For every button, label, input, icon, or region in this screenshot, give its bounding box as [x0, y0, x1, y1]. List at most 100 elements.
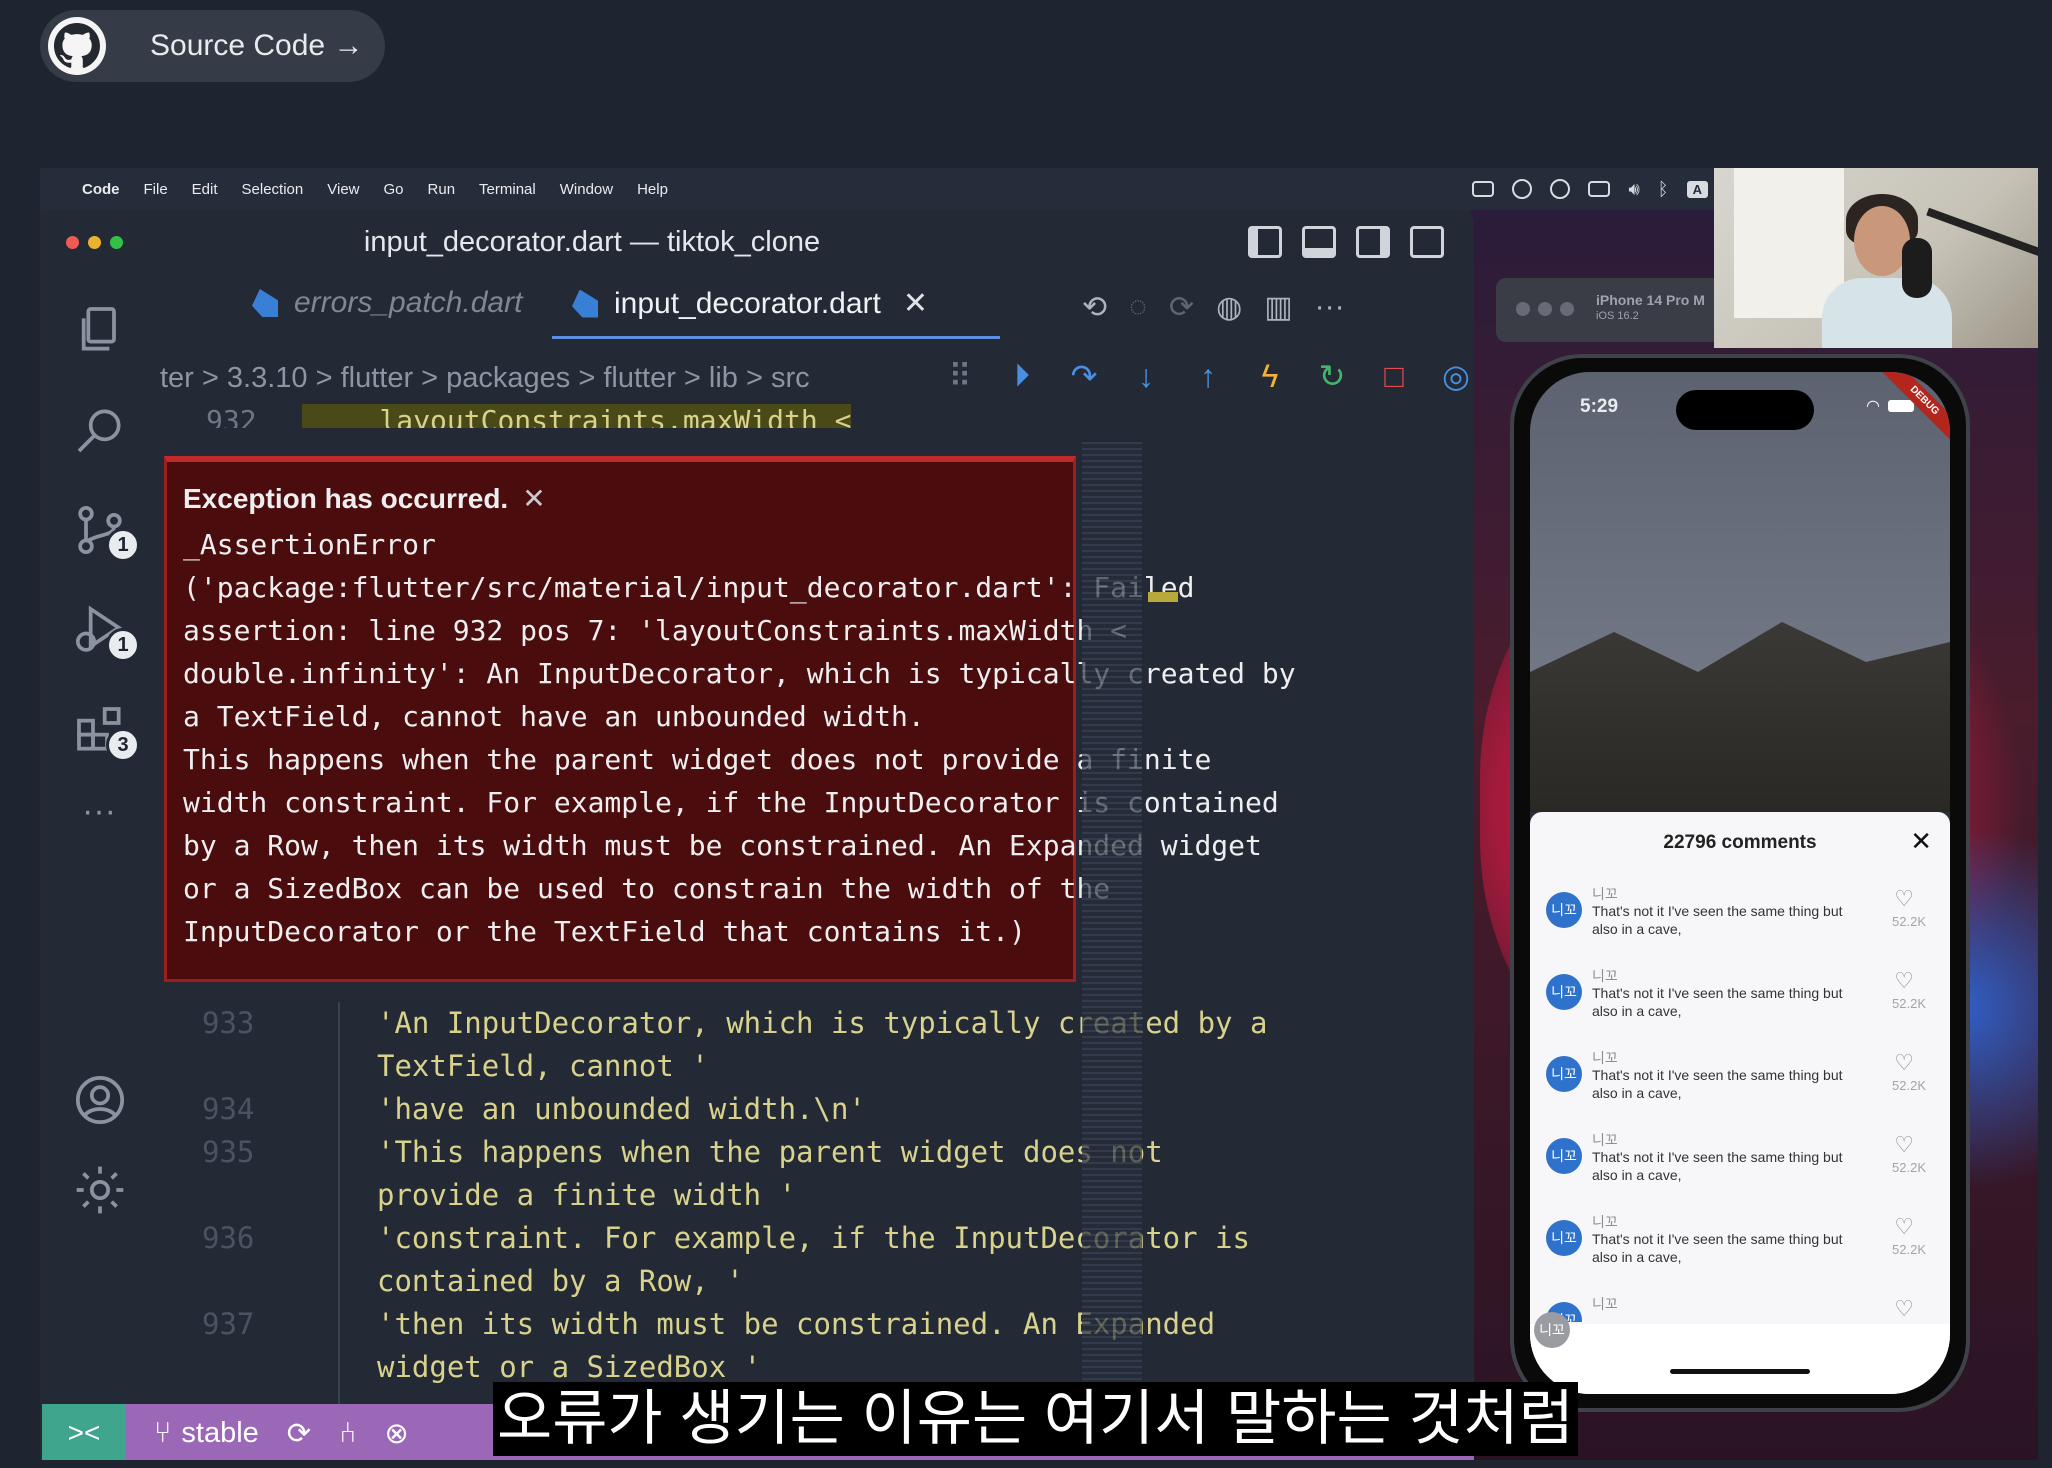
- comment-item: 니꼬 니꼬 That's not it I've seen the same t…: [1546, 964, 1934, 1034]
- menu-edit[interactable]: Edit: [192, 181, 218, 198]
- input-source-icon[interactable]: A: [1686, 180, 1708, 198]
- stop-icon[interactable]: □: [1376, 358, 1412, 394]
- menu-terminal[interactable]: Terminal: [479, 181, 536, 198]
- drag-handle-icon[interactable]: ⠿: [942, 358, 978, 394]
- avatar[interactable]: 니꼬: [1546, 1056, 1582, 1092]
- dart-file-icon: [572, 289, 598, 318]
- tab-errors-patch[interactable]: errors_patch.dart: [252, 286, 522, 320]
- timeline-icon[interactable]: ◌: [1129, 290, 1147, 325]
- breadcrumb[interactable]: ter > 3.3.10 > flutter > packages > flut…: [160, 362, 810, 395]
- comment-username: 니꼬: [1592, 968, 1618, 984]
- minimize-simulator-button[interactable]: [1538, 302, 1552, 316]
- tab-label: errors_patch.dart: [294, 286, 523, 319]
- problems-icon[interactable]: ⊗: [385, 1416, 409, 1451]
- git-graph-icon[interactable]: ⑃: [339, 1417, 356, 1450]
- screen-record-icon[interactable]: [1472, 181, 1495, 197]
- avatar[interactable]: 니꼬: [1546, 892, 1582, 928]
- more-actions-icon[interactable]: ···: [1315, 290, 1345, 325]
- vscode-window: input_decorator.dart — tiktok_clone 1 1 …: [42, 212, 1474, 1460]
- flutter-outline-icon[interactable]: ◍: [1216, 290, 1242, 325]
- indent-guide: [338, 1002, 340, 1432]
- close-simulator-button[interactable]: [1516, 302, 1530, 316]
- comment-item: 니꼬 니꼬 That's not it I've seen the same t…: [1546, 1128, 1934, 1198]
- os-label: iOS 16.2: [1596, 310, 1639, 322]
- like-heart-icon[interactable]: ♡: [1894, 886, 1914, 912]
- menu-view[interactable]: View: [327, 181, 359, 198]
- menu-help[interactable]: Help: [637, 181, 668, 198]
- exception-header: Exception has occurred. ✕: [183, 482, 1057, 515]
- menu-app[interactable]: Code: [82, 181, 120, 198]
- hot-reload-icon[interactable]: ϟ: [1252, 358, 1288, 394]
- line-number: 936: [202, 1221, 255, 1255]
- close-sheet-icon[interactable]: ✕: [1910, 826, 1932, 857]
- comment-username: 니꼬: [1592, 886, 1618, 902]
- phone-screen[interactable]: 5:29 ◠ DEBUG 22796 comments ✕ 니꼬 니꼬 That…: [1530, 372, 1950, 1394]
- home-indicator: [1670, 1369, 1810, 1374]
- microphone: [1902, 238, 1932, 298]
- comment-item: 니꼬 니꼬 That's not it I've seen the same t…: [1546, 1046, 1934, 1116]
- vpn-icon[interactable]: [1550, 179, 1571, 199]
- continue-icon[interactable]: ⏵: [1004, 357, 1040, 394]
- search-icon[interactable]: [72, 402, 126, 456]
- tab-input-decorator[interactable]: input_decorator.dart ✕: [572, 286, 928, 321]
- bluetooth-icon[interactable]: ᛒ: [1658, 179, 1669, 200]
- scrollbar-marker[interactable]: [1148, 592, 1178, 602]
- layout-controls: [1248, 226, 1444, 258]
- sync-icon[interactable]: ⟳: [287, 1416, 311, 1451]
- step-out-icon[interactable]: ↑: [1190, 358, 1226, 394]
- comment-input-area[interactable]: [1530, 1324, 1950, 1394]
- mic-arm: [1926, 207, 2038, 257]
- step-into-icon[interactable]: ↓: [1128, 358, 1164, 394]
- menu-selection[interactable]: Selection: [242, 181, 304, 198]
- toggle-secondary-sidebar-icon[interactable]: [1356, 226, 1390, 258]
- device-label: iPhone 14 Pro M: [1596, 292, 1705, 308]
- floating-avatar[interactable]: 니꼬: [1534, 1312, 1570, 1348]
- line-number: [202, 1174, 252, 1217]
- customize-layout-icon[interactable]: [1410, 226, 1444, 258]
- presenter-body: [1822, 278, 1952, 348]
- zoom-simulator-button[interactable]: [1560, 302, 1574, 316]
- toggle-sidebar-icon[interactable]: [1248, 226, 1282, 258]
- close-exception-icon[interactable]: ✕: [522, 482, 545, 515]
- display-icon[interactable]: [1588, 181, 1611, 197]
- go-back-icon[interactable]: ⟲: [1082, 290, 1107, 325]
- more-icon[interactable]: ···: [72, 792, 126, 846]
- settings-gear-icon[interactable]: [72, 1162, 126, 1216]
- like-heart-icon[interactable]: ♡: [1894, 1050, 1914, 1076]
- minimap[interactable]: [1082, 442, 1142, 1402]
- menu-file[interactable]: File: [144, 181, 168, 198]
- branch-status[interactable]: ⑂ stable: [154, 1417, 259, 1450]
- status-icon[interactable]: [1512, 179, 1533, 199]
- toggle-panel-icon[interactable]: [1302, 226, 1336, 258]
- explorer-icon[interactable]: [72, 302, 126, 356]
- avatar[interactable]: 니꼬: [1546, 1220, 1582, 1256]
- menu-run[interactable]: Run: [428, 181, 456, 198]
- split-editor-icon[interactable]: ▥: [1264, 290, 1292, 325]
- remote-icon[interactable]: ><: [42, 1404, 126, 1460]
- devtools-icon[interactable]: ◎: [1438, 358, 1474, 394]
- exception-message: _AssertionError ('package:flutter/src/ma…: [183, 528, 1296, 948]
- dynamic-island: [1676, 390, 1814, 430]
- github-icon: [48, 17, 106, 75]
- menu-window[interactable]: Window: [560, 181, 613, 198]
- source-control-icon[interactable]: 1: [72, 502, 140, 562]
- extensions-icon[interactable]: 3: [72, 702, 140, 762]
- accounts-icon[interactable]: [72, 1072, 126, 1126]
- like-heart-icon[interactable]: ♡: [1894, 1132, 1914, 1158]
- volume-icon[interactable]: 🔊︎: [1628, 179, 1639, 200]
- previous-code-line: 932 layoutConstraints.maxWidth <: [162, 404, 852, 428]
- source-code-button[interactable]: Source Code →: [40, 10, 385, 82]
- menu-go[interactable]: Go: [384, 181, 404, 198]
- like-heart-icon[interactable]: ♡: [1894, 1214, 1914, 1240]
- go-forward-icon[interactable]: ⟳: [1169, 290, 1194, 325]
- run-debug-icon[interactable]: 1: [72, 602, 140, 662]
- close-tab-icon[interactable]: ✕: [903, 286, 928, 321]
- simulator-device-name: iPhone 14 Pro M iOS 16.2: [1596, 292, 1705, 324]
- step-over-icon[interactable]: ↷: [1066, 358, 1102, 394]
- avatar[interactable]: 니꼬: [1546, 1138, 1582, 1174]
- like-count: 52.2K: [1892, 914, 1926, 929]
- like-heart-icon[interactable]: ♡: [1894, 968, 1914, 994]
- avatar[interactable]: 니꼬: [1546, 974, 1582, 1010]
- like-heart-icon[interactable]: ♡: [1894, 1296, 1914, 1322]
- restart-icon[interactable]: ↻: [1314, 358, 1350, 394]
